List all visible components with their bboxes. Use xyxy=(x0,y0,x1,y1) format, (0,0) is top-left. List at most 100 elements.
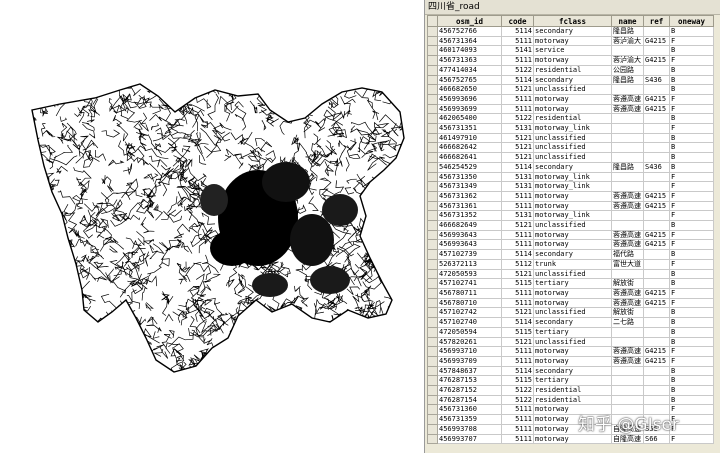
row-selector[interactable] xyxy=(427,220,438,231)
table-row[interactable]: 466682641 5121 unclassified B xyxy=(427,152,714,163)
table-row[interactable]: 456731352 5131 motorway_link F xyxy=(427,210,714,222)
table-row[interactable]: 456731362 5111 motorway 蓉遵高速 G4215 F xyxy=(427,190,714,202)
row-selector[interactable] xyxy=(427,181,438,192)
row-selector[interactable] xyxy=(427,365,438,377)
table-row[interactable]: 457102739 5114 secondary 福代路 B xyxy=(427,249,714,260)
table-row[interactable]: 456731361 5111 motorway 蓉遵高速 G4215 F xyxy=(427,200,714,212)
column-header-name[interactable]: name xyxy=(611,15,644,27)
cell-fclass: unclassified xyxy=(533,220,612,231)
table-row[interactable]: 457102741 5115 tertiary 解放街 B xyxy=(427,278,714,289)
table-row[interactable]: 456731364 5111 motorway 蓉泸渝大 G4215 F xyxy=(427,35,714,47)
table-row[interactable]: 460174093 5141 service B xyxy=(427,45,714,57)
table-row[interactable]: 457820261 5121 unclassified B xyxy=(427,336,714,348)
table-row[interactable]: 456731363 5111 motorway 蓉泸渝大 G4215 F xyxy=(427,55,714,66)
table-row[interactable]: 456993707 5111 motorway 自隆高速 S66 F xyxy=(427,433,714,445)
row-selector[interactable] xyxy=(427,278,438,289)
row-selector[interactable] xyxy=(427,385,438,396)
cell-code: 5114 xyxy=(501,74,534,86)
table-row[interactable]: 462065400 5122 residential B xyxy=(427,113,714,125)
table-row[interactable]: 456731351 5131 motorway_link F xyxy=(427,123,714,134)
row-selector[interactable] xyxy=(427,45,438,57)
row-selector[interactable] xyxy=(427,423,438,435)
table-row[interactable]: 456780711 5111 motorway 蓉遵高速 G4215 F xyxy=(427,287,714,299)
row-selector[interactable] xyxy=(427,93,438,105)
table-row[interactable]: 456731350 5131 motorway_link F xyxy=(427,171,714,183)
row-selector[interactable] xyxy=(427,84,438,95)
attribute-table-window[interactable]: 四川省_road osm_id code fclass name ref oneway 4… xyxy=(424,0,720,453)
table-row[interactable]: 456993709 5111 motorway 蓉遵高速 G4215 F xyxy=(427,355,714,367)
row-selector[interactable] xyxy=(427,152,438,163)
column-header-oneway[interactable]: oneway xyxy=(669,15,714,27)
row-selector[interactable] xyxy=(427,142,438,154)
row-selector[interactable] xyxy=(427,55,438,66)
row-selector[interactable] xyxy=(427,287,438,299)
cell-oneway: F xyxy=(669,200,714,212)
cell-osm-id: 456780711 xyxy=(437,287,502,299)
row-selector[interactable] xyxy=(427,161,438,173)
cell-code: 5122 xyxy=(501,385,534,396)
table-row[interactable]: 466682649 5121 unclassified B xyxy=(427,220,714,231)
column-header-osm-id[interactable]: osm_id xyxy=(437,15,502,27)
cell-name: 蓉遵高速 xyxy=(611,93,644,105)
row-selector[interactable] xyxy=(427,394,438,406)
row-selector[interactable] xyxy=(427,336,438,348)
table-row[interactable]: 456731349 5131 motorway_link F xyxy=(427,181,714,192)
cell-fclass: motorway_link xyxy=(533,210,612,222)
table-row[interactable]: 476287153 5115 tertiary B xyxy=(427,375,714,387)
row-selector[interactable] xyxy=(427,307,438,319)
row-selector-header[interactable] xyxy=(427,15,438,27)
row-selector[interactable] xyxy=(427,64,438,76)
table-row[interactable]: 546254529 5114 secondary 隆昌路 S436 B xyxy=(427,161,714,173)
table-row[interactable]: 456993699 5111 motorway 蓉遵高速 G4215 F xyxy=(427,103,714,115)
table-row[interactable]: 456993643 5111 motorway 蓉遵高速 G4215 F xyxy=(427,239,714,251)
row-selector[interactable] xyxy=(427,258,438,270)
row-selector[interactable] xyxy=(427,355,438,367)
row-selector[interactable] xyxy=(427,239,438,251)
row-selector[interactable] xyxy=(427,229,438,241)
row-selector[interactable] xyxy=(427,123,438,134)
table-row[interactable]: 472050594 5115 tertiary B xyxy=(427,326,714,338)
table-row[interactable]: 476287154 5122 residential B xyxy=(427,394,714,406)
table-row[interactable]: 477414034 5122 residential 公园路 B xyxy=(427,64,714,76)
table-row[interactable]: 526372113 5112 trunk 富世大道 F xyxy=(427,258,714,270)
row-selector[interactable] xyxy=(427,74,438,86)
row-selector[interactable] xyxy=(427,103,438,115)
table-row[interactable]: 461497910 5121 unclassified B xyxy=(427,132,714,144)
row-selector[interactable] xyxy=(427,26,438,37)
row-selector[interactable] xyxy=(427,113,438,125)
table-row[interactable]: 457102740 5114 secondary 二七路 B xyxy=(427,317,714,328)
column-header-ref[interactable]: ref xyxy=(643,15,670,27)
row-selector[interactable] xyxy=(427,171,438,183)
table-row[interactable]: 456752765 5114 secondary 隆昌路 S436 B xyxy=(427,74,714,86)
row-selector[interactable] xyxy=(427,297,438,309)
table-row[interactable]: 456993643 5111 motorway 蓉遵高速 G4215 F xyxy=(427,229,714,241)
row-selector[interactable] xyxy=(427,132,438,144)
row-selector[interactable] xyxy=(427,414,438,425)
row-selector[interactable] xyxy=(427,210,438,222)
row-selector[interactable] xyxy=(427,375,438,387)
row-selector[interactable] xyxy=(427,404,438,416)
map-view[interactable] xyxy=(0,0,420,453)
table-row[interactable]: 472050593 5121 unclassified B xyxy=(427,268,714,280)
table-row[interactable]: 457102742 5121 unclassified 解放街 B xyxy=(427,307,714,319)
table-row[interactable]: 456780710 5111 motorway 蓉遵高速 G4215 F xyxy=(427,297,714,309)
column-header-code[interactable]: code xyxy=(501,15,534,27)
table-row[interactable]: 457848637 5114 secondary B xyxy=(427,365,714,377)
row-selector[interactable] xyxy=(427,346,438,357)
table-row[interactable]: 466682650 5121 unclassified B xyxy=(427,84,714,95)
table-row[interactable]: 456993710 5111 motorway 蓉遵高速 G4215 F xyxy=(427,346,714,357)
table-row[interactable]: 456993696 5111 motorway 蓉遵高速 G4215 F xyxy=(427,93,714,105)
row-selector[interactable] xyxy=(427,326,438,338)
row-selector[interactable] xyxy=(427,35,438,47)
table-row[interactable]: 466682642 5121 unclassified B xyxy=(427,142,714,154)
row-selector[interactable] xyxy=(427,317,438,328)
row-selector[interactable] xyxy=(427,249,438,260)
column-header-fclass[interactable]: fclass xyxy=(533,15,612,27)
row-selector[interactable] xyxy=(427,200,438,212)
table-row[interactable]: 456752766 5114 secondary 隆昌路 B xyxy=(427,26,714,37)
row-selector[interactable] xyxy=(427,433,438,445)
attribute-table[interactable]: osm_id code fclass name ref oneway 456752766 5… xyxy=(427,15,714,445)
table-row[interactable]: 476287152 5122 residential B xyxy=(427,385,714,396)
row-selector[interactable] xyxy=(427,190,438,202)
row-selector[interactable] xyxy=(427,268,438,280)
